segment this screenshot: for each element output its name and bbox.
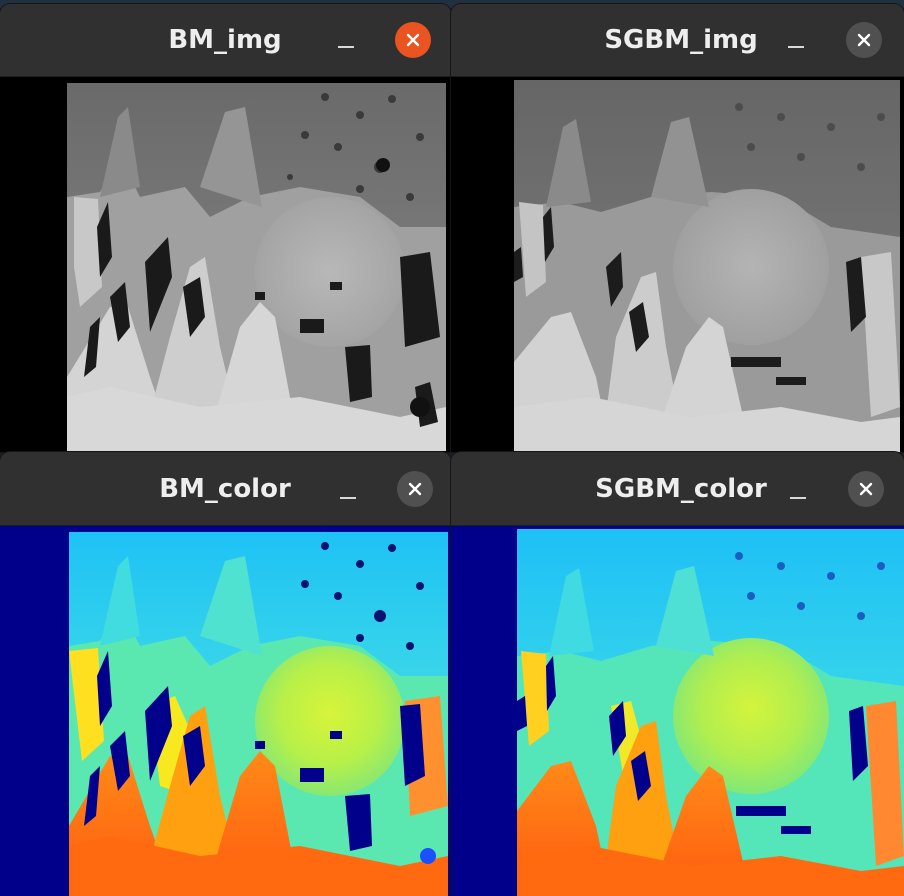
sgbm-color-titlebar[interactable]: SGBM_color [451, 452, 904, 526]
sgbm-color-disparity-view [451, 526, 904, 896]
sgbm-colormap-disparity-image [451, 526, 904, 896]
sgbm-color-minimize-button[interactable] [783, 478, 813, 508]
desktop: BM_img SGBM_img BM_color SGBM_color [0, 0, 904, 896]
sgbm-color-close-button[interactable] [848, 471, 884, 507]
bm-color-disparity-view [0, 526, 451, 896]
sgbm-color-title: SGBM_color [595, 473, 767, 504]
bm-img-minimize-button[interactable] [331, 27, 361, 57]
bm-color-titlebar[interactable]: BM_color [0, 452, 451, 526]
bm-img-disparity-view [0, 77, 451, 452]
bm-color-title: BM_color [159, 473, 291, 504]
close-icon [857, 33, 871, 47]
bm-color-close-button[interactable] [397, 471, 433, 507]
sgbm-img-window: SGBM_img [451, 4, 904, 452]
bm-grayscale-disparity-image [0, 77, 451, 452]
sgbm-img-title: SGBM_img [604, 25, 758, 55]
minimize-icon [340, 497, 356, 499]
bm-color-window: BM_color [0, 452, 451, 896]
bm-img-titlebar[interactable]: BM_img [0, 4, 451, 77]
sgbm-img-titlebar[interactable]: SGBM_img [451, 4, 904, 77]
close-icon [859, 482, 873, 496]
sgbm-color-window: SGBM_color [451, 452, 904, 896]
sgbm-img-disparity-view [451, 77, 904, 452]
bm-colormap-disparity-image [0, 526, 451, 896]
close-icon [408, 482, 422, 496]
bm-img-close-button[interactable] [395, 22, 431, 58]
sgbm-grayscale-disparity-image [451, 77, 904, 452]
sgbm-img-minimize-button[interactable] [781, 27, 811, 57]
minimize-icon [790, 497, 806, 499]
bm-color-minimize-button[interactable] [333, 478, 363, 508]
bm-img-window: BM_img [0, 4, 451, 452]
minimize-icon [338, 46, 354, 48]
close-icon [406, 33, 420, 47]
bm-img-title: BM_img [168, 25, 282, 55]
minimize-icon [788, 46, 804, 48]
sgbm-img-close-button[interactable] [846, 22, 882, 58]
